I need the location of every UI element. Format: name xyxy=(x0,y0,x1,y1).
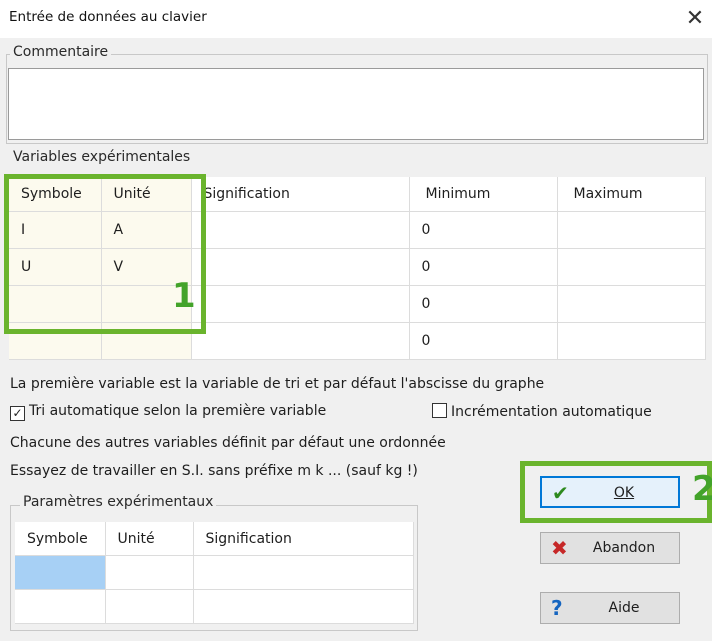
cell-meaning[interactable] xyxy=(191,211,410,249)
window-title: Entrée de données au clavier xyxy=(9,9,207,25)
cell-max[interactable] xyxy=(557,322,706,360)
incr-auto-checkbox[interactable]: Incrémentation automatique xyxy=(432,403,652,420)
col-header-symbole: Symbole xyxy=(15,522,106,556)
variables-legend: Variables expérimentales xyxy=(10,149,194,165)
cell-min[interactable]: 0 xyxy=(409,322,558,360)
ok-label: OK xyxy=(613,485,635,501)
cell-meaning[interactable] xyxy=(191,248,410,286)
parameters-header-row: Symbole Unité Signification xyxy=(15,522,414,556)
info-line-1: La première variable est la variable de … xyxy=(10,376,545,392)
cell-meaning[interactable] xyxy=(193,555,414,590)
table-row xyxy=(15,555,414,590)
comment-textarea[interactable] xyxy=(8,68,704,140)
ok-button[interactable]: ✔ OK xyxy=(540,476,680,508)
aide-button[interactable]: ? Aide xyxy=(540,592,680,624)
info-line-4: Essayez de travailler en S.I. sans préfi… xyxy=(10,463,418,479)
annotation-badge-1: 1 xyxy=(172,276,196,316)
col-header-maximum: Maximum xyxy=(557,177,706,212)
close-icon[interactable]: ✕ xyxy=(682,6,708,32)
tri-auto-checkbox[interactable]: ✓ Tri automatique selon la première varia… xyxy=(10,403,326,421)
annotation-badge-2: 2 xyxy=(692,469,712,509)
abandon-button[interactable]: ✖ Abandon xyxy=(540,532,680,564)
aide-label: Aide xyxy=(608,600,640,616)
title-bar: Entrée de données au clavier ✕ xyxy=(0,0,712,38)
cell-min[interactable]: 0 xyxy=(409,211,558,249)
incr-auto-label: Incrémentation automatique xyxy=(451,404,652,420)
cell-meaning[interactable] xyxy=(193,589,414,624)
comment-legend: Commentaire xyxy=(10,44,112,60)
cell-symbol[interactable] xyxy=(15,589,106,624)
cell-min[interactable]: 0 xyxy=(409,248,558,286)
cell-max[interactable] xyxy=(557,211,706,249)
cell-symbol[interactable] xyxy=(15,555,106,590)
tri-auto-label: Tri automatique selon la première variab… xyxy=(29,403,327,419)
col-header-signification: Signification xyxy=(193,522,414,556)
cell-meaning[interactable] xyxy=(191,285,410,323)
col-header-signification: Signification xyxy=(191,177,410,212)
cell-meaning[interactable] xyxy=(191,322,410,360)
cell-max[interactable] xyxy=(557,248,706,286)
parameters-table: Symbole Unité Signification xyxy=(15,522,414,624)
info-line-3: Chacune des autres variables définit par… xyxy=(10,435,446,451)
checkbox-empty-icon[interactable] xyxy=(432,403,447,418)
cell-unit[interactable] xyxy=(105,589,194,624)
cell-min[interactable]: 0 xyxy=(409,285,558,323)
abandon-label: Abandon xyxy=(592,540,656,556)
cell-max[interactable] xyxy=(557,285,706,323)
cell-unit[interactable] xyxy=(105,555,194,590)
col-header-unite: Unité xyxy=(105,522,194,556)
col-header-minimum: Minimum xyxy=(409,177,558,212)
table-row xyxy=(15,589,414,624)
checkmark-icon[interactable]: ✓ xyxy=(10,406,25,421)
parameters-legend: Paramètres expérimentaux xyxy=(20,494,217,510)
